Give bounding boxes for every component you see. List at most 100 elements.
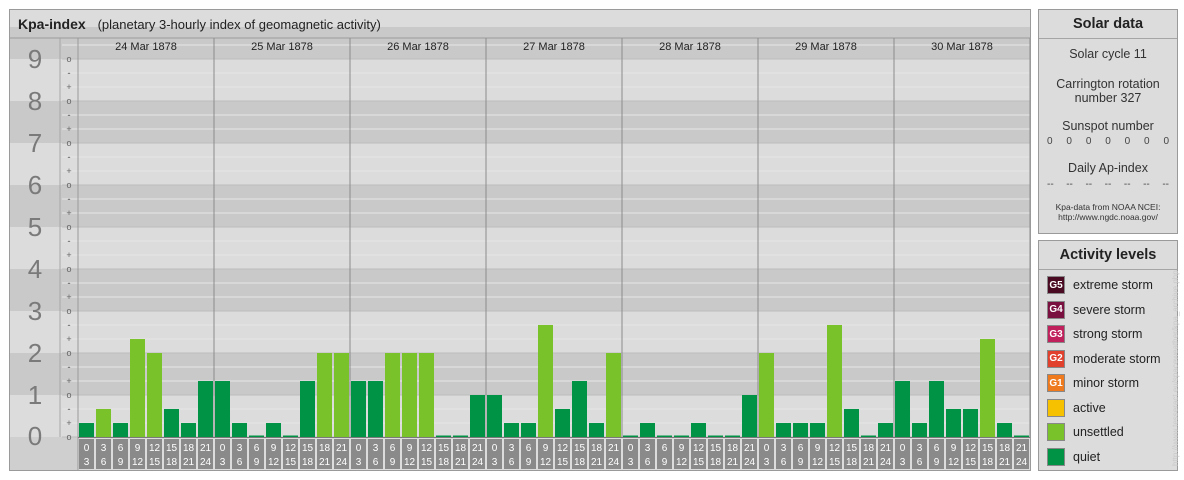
kp-bar [419,353,434,437]
interval-start-label: 12 [693,443,705,454]
interval-end-label: 12 [812,457,824,468]
chart-title-main: Kpa-index [18,16,86,32]
kp-bar [946,408,961,437]
activity-level-label: extreme storm [1073,278,1153,292]
activity-level-label: moderate storm [1073,351,1161,366]
ap-value: -- [1085,179,1093,190]
interval-end-label: 21 [319,457,331,468]
y-tick-label: 8 [28,86,42,116]
level-band [10,353,1030,395]
carrington-rotation-label: Carrington rotation [1056,77,1160,91]
kp-bar [147,353,162,437]
kp-bar [96,408,111,437]
kp-bar [79,423,94,437]
interval-end-label: 24 [880,457,892,468]
y-minor-tick-label: - [68,110,71,120]
kp-bar [980,339,995,437]
interval-end-label: 3 [628,457,634,468]
ap-value: -- [1162,179,1169,190]
interval-start-label: 18 [863,443,875,454]
interval-start-label: 3 [373,443,379,454]
ap-index-values: -- -- -- -- -- -- -- [1039,179,1177,190]
y-minor-tick-label: + [66,250,71,260]
kp-bar [521,423,536,437]
interval-end-label: 24 [608,457,620,468]
interval-end-label: 21 [455,457,467,468]
date-label: 24 Mar 1878 [115,41,177,53]
interval-start-label: 9 [815,443,821,454]
y-minor-tick-label: + [66,124,71,134]
activity-level-label: severe storm [1073,302,1146,317]
interval-end-label: 18 [438,457,450,468]
interval-end-label: 6 [373,457,379,468]
solar-data-panel: Solar data Solar cycle 11 Carrington rot… [1038,9,1178,234]
kp-bar [742,395,757,437]
date-label: 28 Mar 1878 [659,41,721,53]
interval-end-label: 21 [183,457,195,468]
y-minor-tick-label: + [66,82,71,92]
interval-end-label: 6 [101,457,107,468]
y-minor-tick-label: o [66,306,71,316]
interval-end-label: 18 [302,457,314,468]
activity-level-swatch: G5 [1047,276,1065,294]
solar-cycle: Solar cycle 11 [1069,47,1147,61]
interval-start-label: 3 [917,443,923,454]
interval-start-label: 6 [390,443,396,454]
y-tick-label: 2 [28,338,42,368]
interval-start-label: 9 [543,443,549,454]
date-label: 27 Mar 1878 [523,41,585,53]
interval-start-label: 6 [798,443,804,454]
interval-start-label: 3 [509,443,515,454]
interval-start-label: 21 [1016,443,1028,454]
interval-end-label: 24 [1016,457,1028,468]
sunspot-value: 0 [1163,136,1169,147]
kpa-chart-panel: 0 1 2 3 4 5 6 7 8 9 o + - - o + - - o + - - o + - - o + - - o + - - o + - - o +… [9,9,1031,471]
interval-start-label: 12 [149,443,161,454]
interval-end-label: 15 [829,457,841,468]
interval-start-label: 9 [679,443,685,454]
y-tick-label: 0 [28,421,42,451]
y-minor-tick-label: - [68,68,71,78]
y-minor-tick-label: o [66,348,71,358]
interval-end-label: 21 [591,457,603,468]
date-label: 26 Mar 1878 [387,41,449,53]
interval-end-label: 6 [237,457,243,468]
interval-start-label: 12 [965,443,977,454]
interval-end-label: 18 [710,457,722,468]
y-tick-label: 1 [28,380,42,410]
kp-bar [453,435,468,437]
chart-title: Kpa-index (planetary 3-hourly index of g… [18,16,381,32]
kp-bar [878,423,893,437]
y-minor-tick-label: o [66,96,71,106]
y-tick-label: 9 [28,44,42,74]
interval-start-label: 6 [662,443,668,454]
kp-bar [368,381,383,437]
interval-start-label: 3 [645,443,651,454]
activity-level-label: unsettled [1073,425,1124,439]
y-tick-label: 6 [28,170,42,200]
y-minor-tick-label: - [68,152,71,162]
kp-bar [793,423,808,437]
kp-bar [215,381,230,437]
interval-start-label: 0 [356,443,362,454]
interval-start-label: 0 [628,443,634,454]
kp-bar [283,435,298,437]
interval-end-label: 9 [798,457,804,468]
ap-value: -- [1047,179,1054,190]
interval-start-label: 9 [951,443,957,454]
interval-end-label: 12 [268,457,280,468]
kp-bar [300,381,315,437]
interval-start-label: 18 [455,443,467,454]
y-minor-tick-label: - [68,362,71,372]
interval-start-label: 21 [880,443,892,454]
interval-start-label: 6 [934,443,940,454]
activity-level-swatch [1047,447,1065,466]
date-label: 25 Mar 1878 [251,41,313,53]
y-minor-tick-label: - [68,278,71,288]
kp-bar [623,435,638,437]
interval-end-label: 21 [727,457,739,468]
interval-end-label: 6 [781,457,787,468]
interval-end-label: 24 [472,457,484,468]
interval-start-label: 6 [254,443,260,454]
y-tick-label: 4 [28,254,42,284]
